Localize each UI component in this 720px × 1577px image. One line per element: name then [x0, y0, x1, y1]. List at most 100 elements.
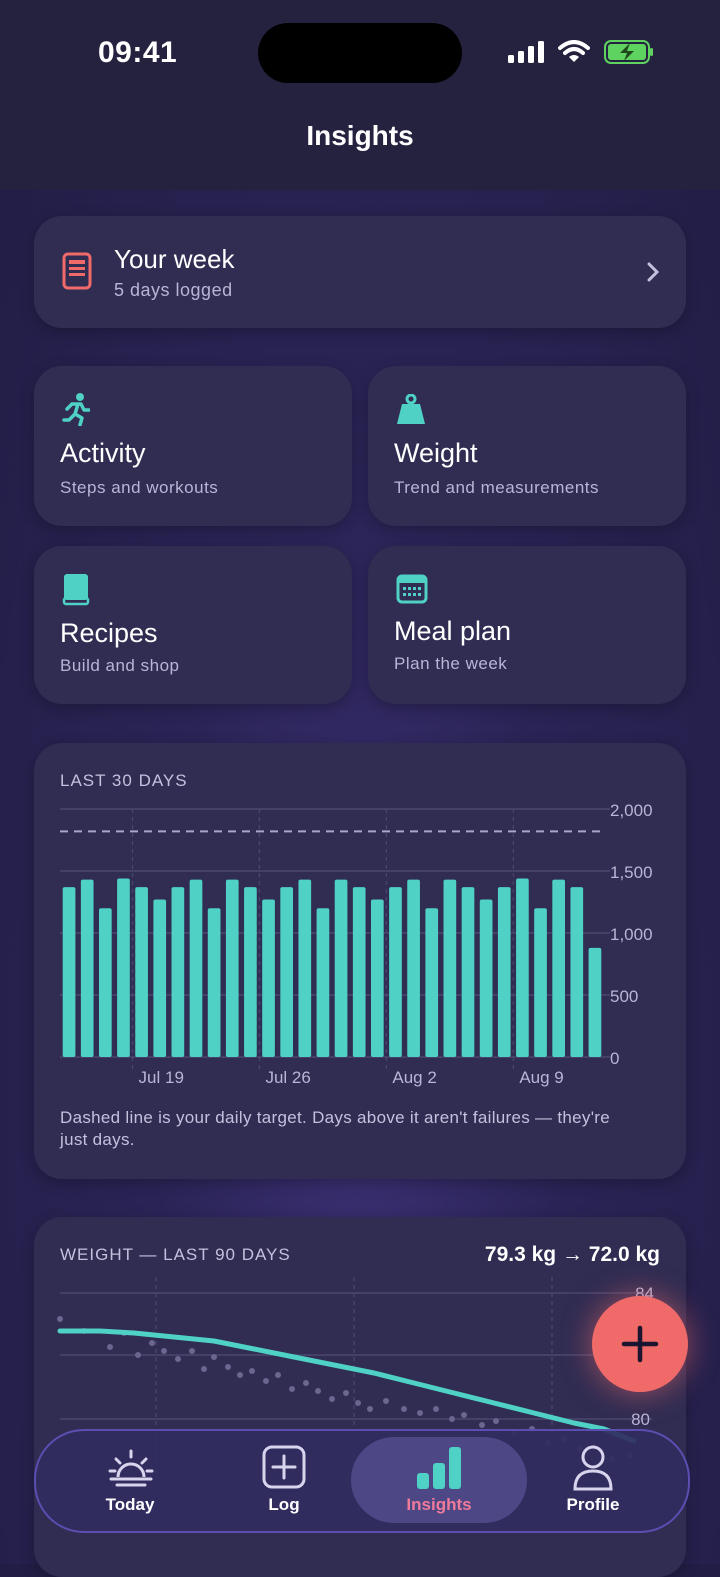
your-week-subtitle: 5 days logged	[114, 280, 233, 300]
meal-plan-tile[interactable]: Meal plan Plan the week	[368, 546, 686, 704]
weight-point	[275, 1372, 281, 1378]
bar	[171, 887, 185, 1057]
weight-tile[interactable]: Weight Trend and measurements	[368, 366, 686, 526]
tab-insights[interactable]: Insights	[359, 1431, 519, 1531]
weight-point	[401, 1406, 407, 1412]
battery-icon	[604, 40, 653, 64]
activity-subtitle: Steps and workouts	[60, 478, 219, 497]
bar	[298, 879, 312, 1057]
weight-point	[493, 1418, 499, 1424]
weight-point	[479, 1422, 485, 1428]
x-tick-label: Aug 2	[392, 1068, 436, 1087]
journal-icon	[62, 252, 92, 290]
book-icon	[62, 574, 90, 606]
bar	[262, 899, 275, 1057]
your-week-card[interactable]: Your week 5 days logged	[34, 216, 686, 328]
weight-title: Weight	[394, 438, 478, 468]
page-title: Insights	[306, 120, 414, 151]
tab-log[interactable]: Log	[204, 1431, 364, 1531]
clock: 09:41	[98, 36, 178, 69]
bar	[80, 879, 94, 1057]
bar	[389, 887, 402, 1057]
tab-profile[interactable]: Profile	[513, 1431, 673, 1531]
weight-point	[189, 1348, 195, 1354]
bar	[135, 887, 148, 1057]
bar	[316, 908, 330, 1057]
dynamic-island	[258, 23, 462, 83]
weight-point	[161, 1348, 167, 1354]
weight-icon	[397, 394, 425, 424]
bar	[479, 899, 493, 1057]
tab-bar: Today Log Insights Profile	[34, 1429, 690, 1533]
tab-today[interactable]: Today	[50, 1431, 210, 1531]
sunrise-icon	[108, 1449, 154, 1487]
plus-icon	[621, 1325, 659, 1363]
bar	[588, 947, 602, 1057]
bar	[117, 878, 130, 1057]
weight-point	[107, 1344, 113, 1350]
weight-point	[225, 1364, 231, 1370]
bar	[407, 879, 420, 1057]
weight-point	[383, 1398, 389, 1404]
bar	[570, 887, 584, 1057]
weight-point	[315, 1388, 321, 1394]
bar	[534, 908, 547, 1057]
recipes-subtitle: Build and shop	[60, 656, 180, 675]
bar	[98, 908, 112, 1057]
bar	[280, 887, 294, 1057]
weight-point	[249, 1368, 255, 1374]
meal-plan-title: Meal plan	[394, 616, 512, 646]
your-week-title: Your week	[114, 244, 235, 274]
weight-point	[367, 1406, 373, 1412]
y-tick-label: 500	[610, 987, 638, 1006]
chart-note: Dashed line is your daily target. Days a…	[60, 1108, 610, 1149]
bar	[207, 908, 221, 1057]
bar	[153, 899, 167, 1057]
add-button[interactable]	[592, 1296, 688, 1392]
weight-point	[449, 1416, 455, 1422]
weight-point	[329, 1396, 335, 1402]
weight-trend-line	[57, 1328, 637, 1444]
bar	[461, 887, 475, 1057]
calendar-icon	[396, 574, 428, 604]
status-icons	[508, 40, 654, 64]
tab-insights-label: Insights	[406, 1495, 472, 1514]
weight-point	[343, 1390, 349, 1396]
weight-point	[175, 1356, 181, 1362]
weight-chart-label: WEIGHT — LAST 90 DAYS	[60, 1245, 291, 1264]
weight-point	[135, 1352, 141, 1358]
tab-log-label: Log	[268, 1495, 300, 1514]
meal-plan-subtitle: Plan the week	[394, 654, 508, 673]
person-icon	[573, 1445, 613, 1491]
chart-label: LAST 30 DAYS	[60, 771, 188, 790]
weight-point	[289, 1386, 295, 1392]
weight-subtitle: Trend and measurements	[394, 478, 600, 497]
weight-point	[303, 1380, 309, 1386]
y-tick-label: 0	[610, 1049, 619, 1068]
weight-point	[149, 1340, 155, 1346]
weight-point	[433, 1406, 439, 1412]
bar	[552, 879, 566, 1057]
recipes-tile[interactable]: Recipes Build and shop	[34, 546, 352, 704]
weight-point	[201, 1366, 207, 1372]
activity-tile[interactable]: Activity Steps and workouts	[34, 366, 352, 526]
bar	[62, 887, 76, 1057]
weight-point	[237, 1372, 243, 1378]
bar	[497, 887, 511, 1057]
weight-point	[211, 1354, 217, 1360]
status-bar: 09:41	[0, 0, 720, 100]
bar	[370, 899, 384, 1057]
signal-icon	[508, 41, 544, 63]
x-tick-label: Aug 9	[519, 1068, 563, 1087]
tab-today-label: Today	[105, 1495, 155, 1514]
bar	[244, 887, 257, 1057]
weight-point	[417, 1410, 423, 1416]
recipes-title: Recipes	[60, 618, 158, 648]
x-tick-label: Jul 19	[139, 1068, 184, 1087]
x-tick-label: Jul 26	[265, 1068, 310, 1087]
plus-square-icon	[262, 1445, 306, 1489]
chevron-right-icon	[647, 262, 660, 282]
tab-profile-label: Profile	[566, 1495, 620, 1514]
bar	[334, 879, 348, 1057]
calorie-chart-card: LAST 30 DAYS 2,000 1,500 1,000 500 0 Jul 19 Ju…	[34, 743, 686, 1179]
